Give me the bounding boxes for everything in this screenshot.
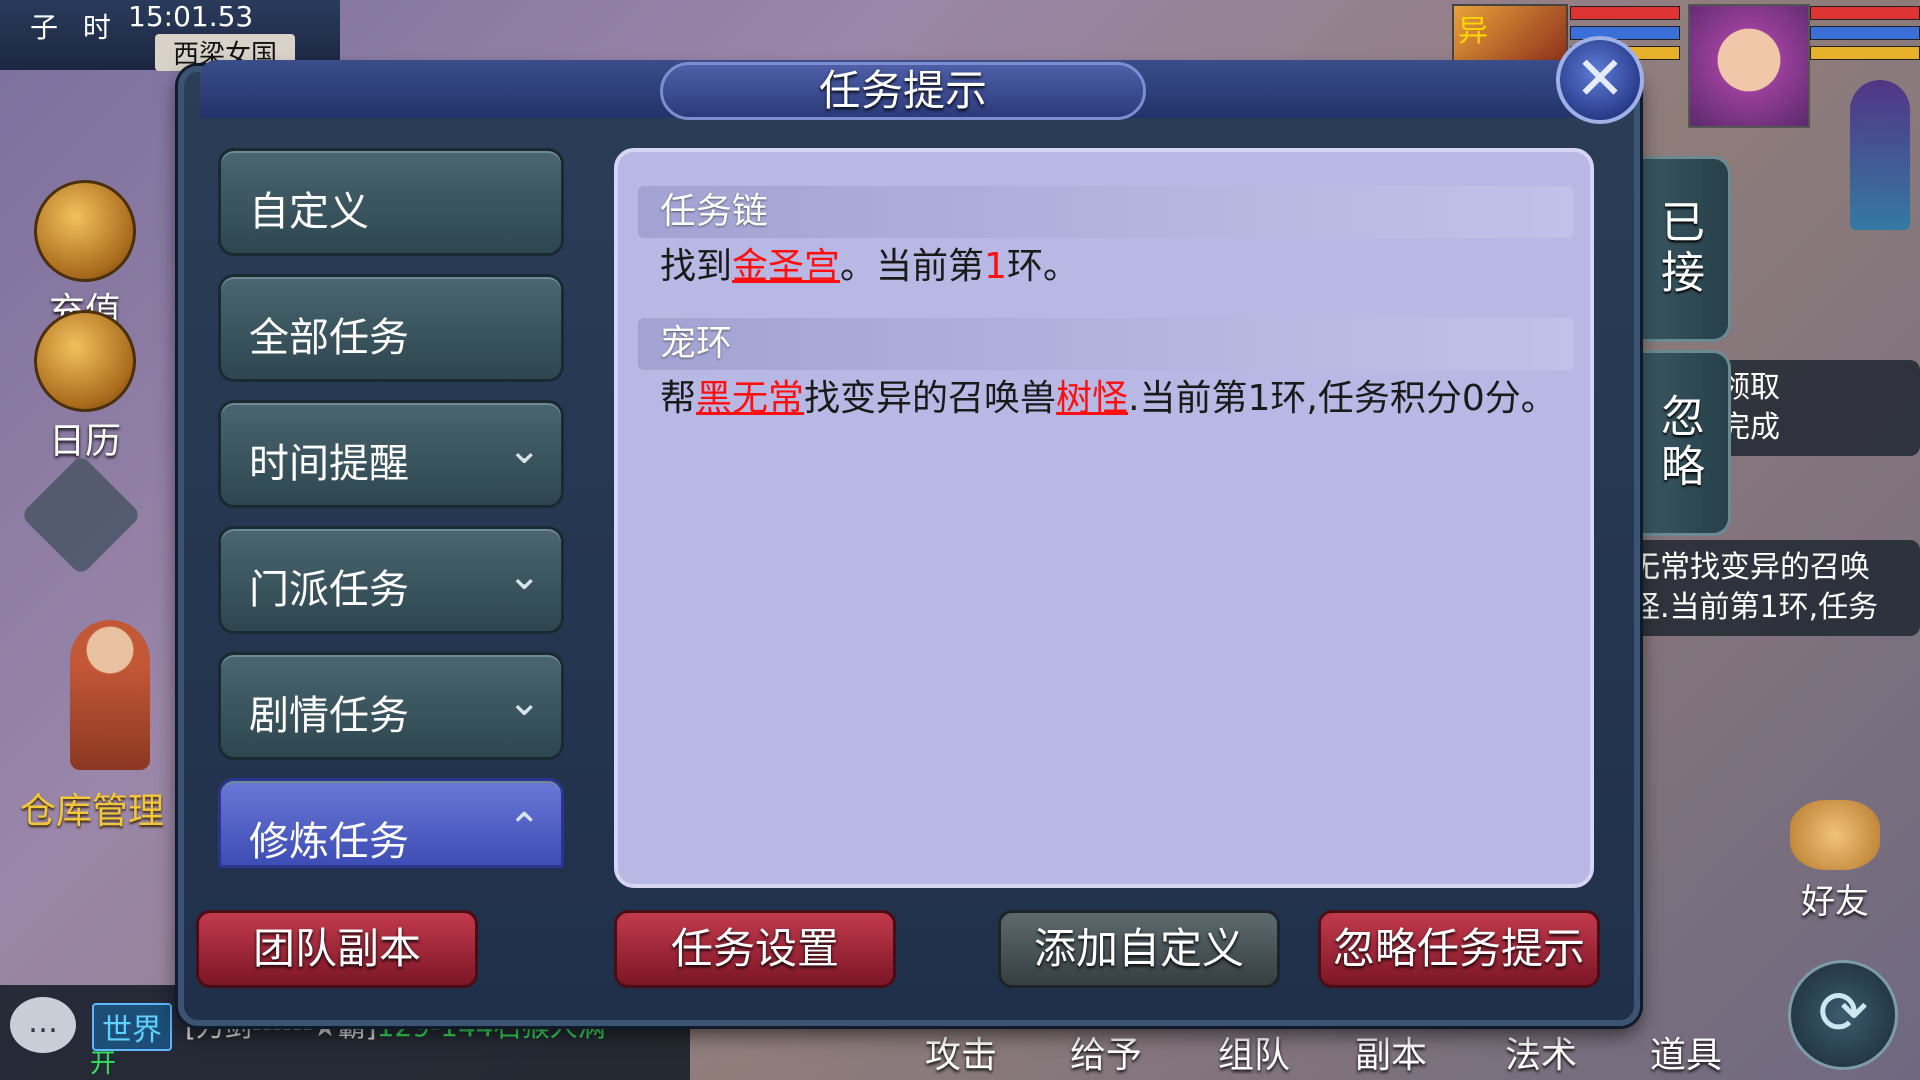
chevron-down-icon: ⌄ (507, 553, 541, 599)
text-fragment: 环。 (1006, 246, 1079, 287)
team-button[interactable]: 组队 (1218, 1026, 1290, 1078)
hour-label: 子 时 (30, 11, 119, 44)
menu-custom[interactable]: 自定义 (218, 148, 564, 256)
section-text: 找到金圣宫。当前第1环。 (660, 244, 1560, 290)
dungeon-button[interactable]: 副本 (1355, 1026, 1427, 1078)
chevron-up-icon: ⌃ (507, 805, 541, 851)
give-button[interactable]: 给予 (1070, 1026, 1142, 1078)
close-icon: ✕ (1574, 44, 1626, 114)
task-content-panel: 任务链 找到金圣宫。当前第1环。 宠环 帮黑无常找变异的召唤兽树怪.当前第1环,… (614, 148, 1594, 888)
items-button[interactable]: 道具 (1650, 1026, 1722, 1078)
ring-number: 1 (984, 246, 1007, 287)
dialog-title: 任务提示 (660, 62, 1146, 120)
menu-label: 剧情任务 (249, 693, 409, 739)
tab-ignored[interactable]: 忽略 (1628, 350, 1731, 536)
section-text: 帮黑无常找变异的召唤兽树怪.当前第1环,任务积分0分。 (660, 376, 1560, 422)
player-character (1850, 80, 1910, 230)
add-custom-button[interactable]: 添加自定义 (998, 910, 1280, 988)
npc-link[interactable]: 黑无常 (696, 378, 804, 419)
pet-portrait[interactable]: 异 (1452, 4, 1568, 68)
calendar-icon (34, 310, 136, 412)
ignore-hints-button[interactable]: 忽略任务提示 (1318, 910, 1600, 988)
chat-bubble-icon[interactable]: … (10, 997, 76, 1053)
calendar-button[interactable]: 日历 (25, 310, 145, 464)
tracker-line: 怪.当前第1环,任务 (1630, 590, 1879, 625)
team-dungeon-button[interactable]: 团队副本 (196, 910, 478, 988)
text-fragment: 找到 (660, 246, 733, 287)
collapse-toggle-icon[interactable] (20, 454, 142, 576)
menu-training-tasks[interactable]: 修炼任务 ⌃ (218, 778, 564, 868)
menu-label: 门派任务 (249, 567, 409, 613)
npc-link[interactable]: 金圣宫 (732, 246, 840, 287)
friend-button[interactable]: 好友 (1790, 800, 1880, 923)
player-portrait[interactable] (1688, 4, 1810, 128)
monster-link[interactable]: 树怪 (1056, 378, 1128, 419)
menu-time-reminder[interactable]: 时间提醒 ⌄ (218, 400, 564, 508)
text-fragment: 。当前第 (840, 246, 985, 287)
chevron-down-icon: ⌄ (507, 679, 541, 725)
close-button[interactable]: ✕ (1556, 36, 1644, 124)
task-settings-button[interactable]: 任务设置 (614, 910, 896, 988)
section-heading: 宠环 (638, 318, 1574, 370)
warehouse-label[interactable]: 仓库管理 (20, 782, 164, 834)
menu-label: 全部任务 (249, 315, 409, 361)
text-fragment: 帮 (660, 378, 697, 419)
chevron-down-icon: ⌄ (507, 427, 541, 473)
chat-open-label: 开 (90, 1049, 117, 1079)
hp-bar (1810, 6, 1920, 20)
mp-bar (1810, 26, 1920, 40)
warehouse-npc[interactable] (70, 620, 150, 770)
section-heading: 任务链 (638, 186, 1574, 238)
player-status-bars (1810, 6, 1920, 66)
menu-all-tasks[interactable]: 全部任务 (218, 274, 564, 382)
treasure-chest-icon (34, 180, 136, 282)
tracker-line: 无常找变异的召唤 (1630, 550, 1870, 585)
menu-sect-tasks[interactable]: 门派任务 ⌄ (218, 526, 564, 634)
tab-accepted[interactable]: 已接 (1628, 156, 1731, 342)
text-fragment: .当前第1环,任务积分0分。 (1128, 378, 1557, 419)
task-tracker-item[interactable]: 无常找变异的召唤 怪.当前第1环,任务 (1620, 540, 1920, 636)
skill-button[interactable]: 法术 (1505, 1026, 1577, 1078)
handshake-icon (1790, 800, 1880, 870)
portrait-tag: 异 (1458, 14, 1488, 49)
anger-bar (1810, 46, 1920, 60)
menu-story-tasks[interactable]: 剧情任务 ⌄ (218, 652, 564, 760)
text-fragment: 找变异的召唤兽 (804, 378, 1057, 419)
clock-time: 15:01.53 (128, 0, 254, 33)
friend-label: 好友 (1801, 882, 1869, 922)
calendar-label: 日历 (48, 421, 121, 462)
refresh-button[interactable]: ⟳ (1788, 960, 1898, 1070)
menu-label: 修炼任务 (249, 819, 409, 865)
menu-label: 自定义 (249, 189, 369, 235)
attack-button[interactable]: 攻击 (925, 1026, 997, 1078)
hp-bar (1570, 6, 1680, 20)
menu-label: 时间提醒 (249, 441, 409, 487)
